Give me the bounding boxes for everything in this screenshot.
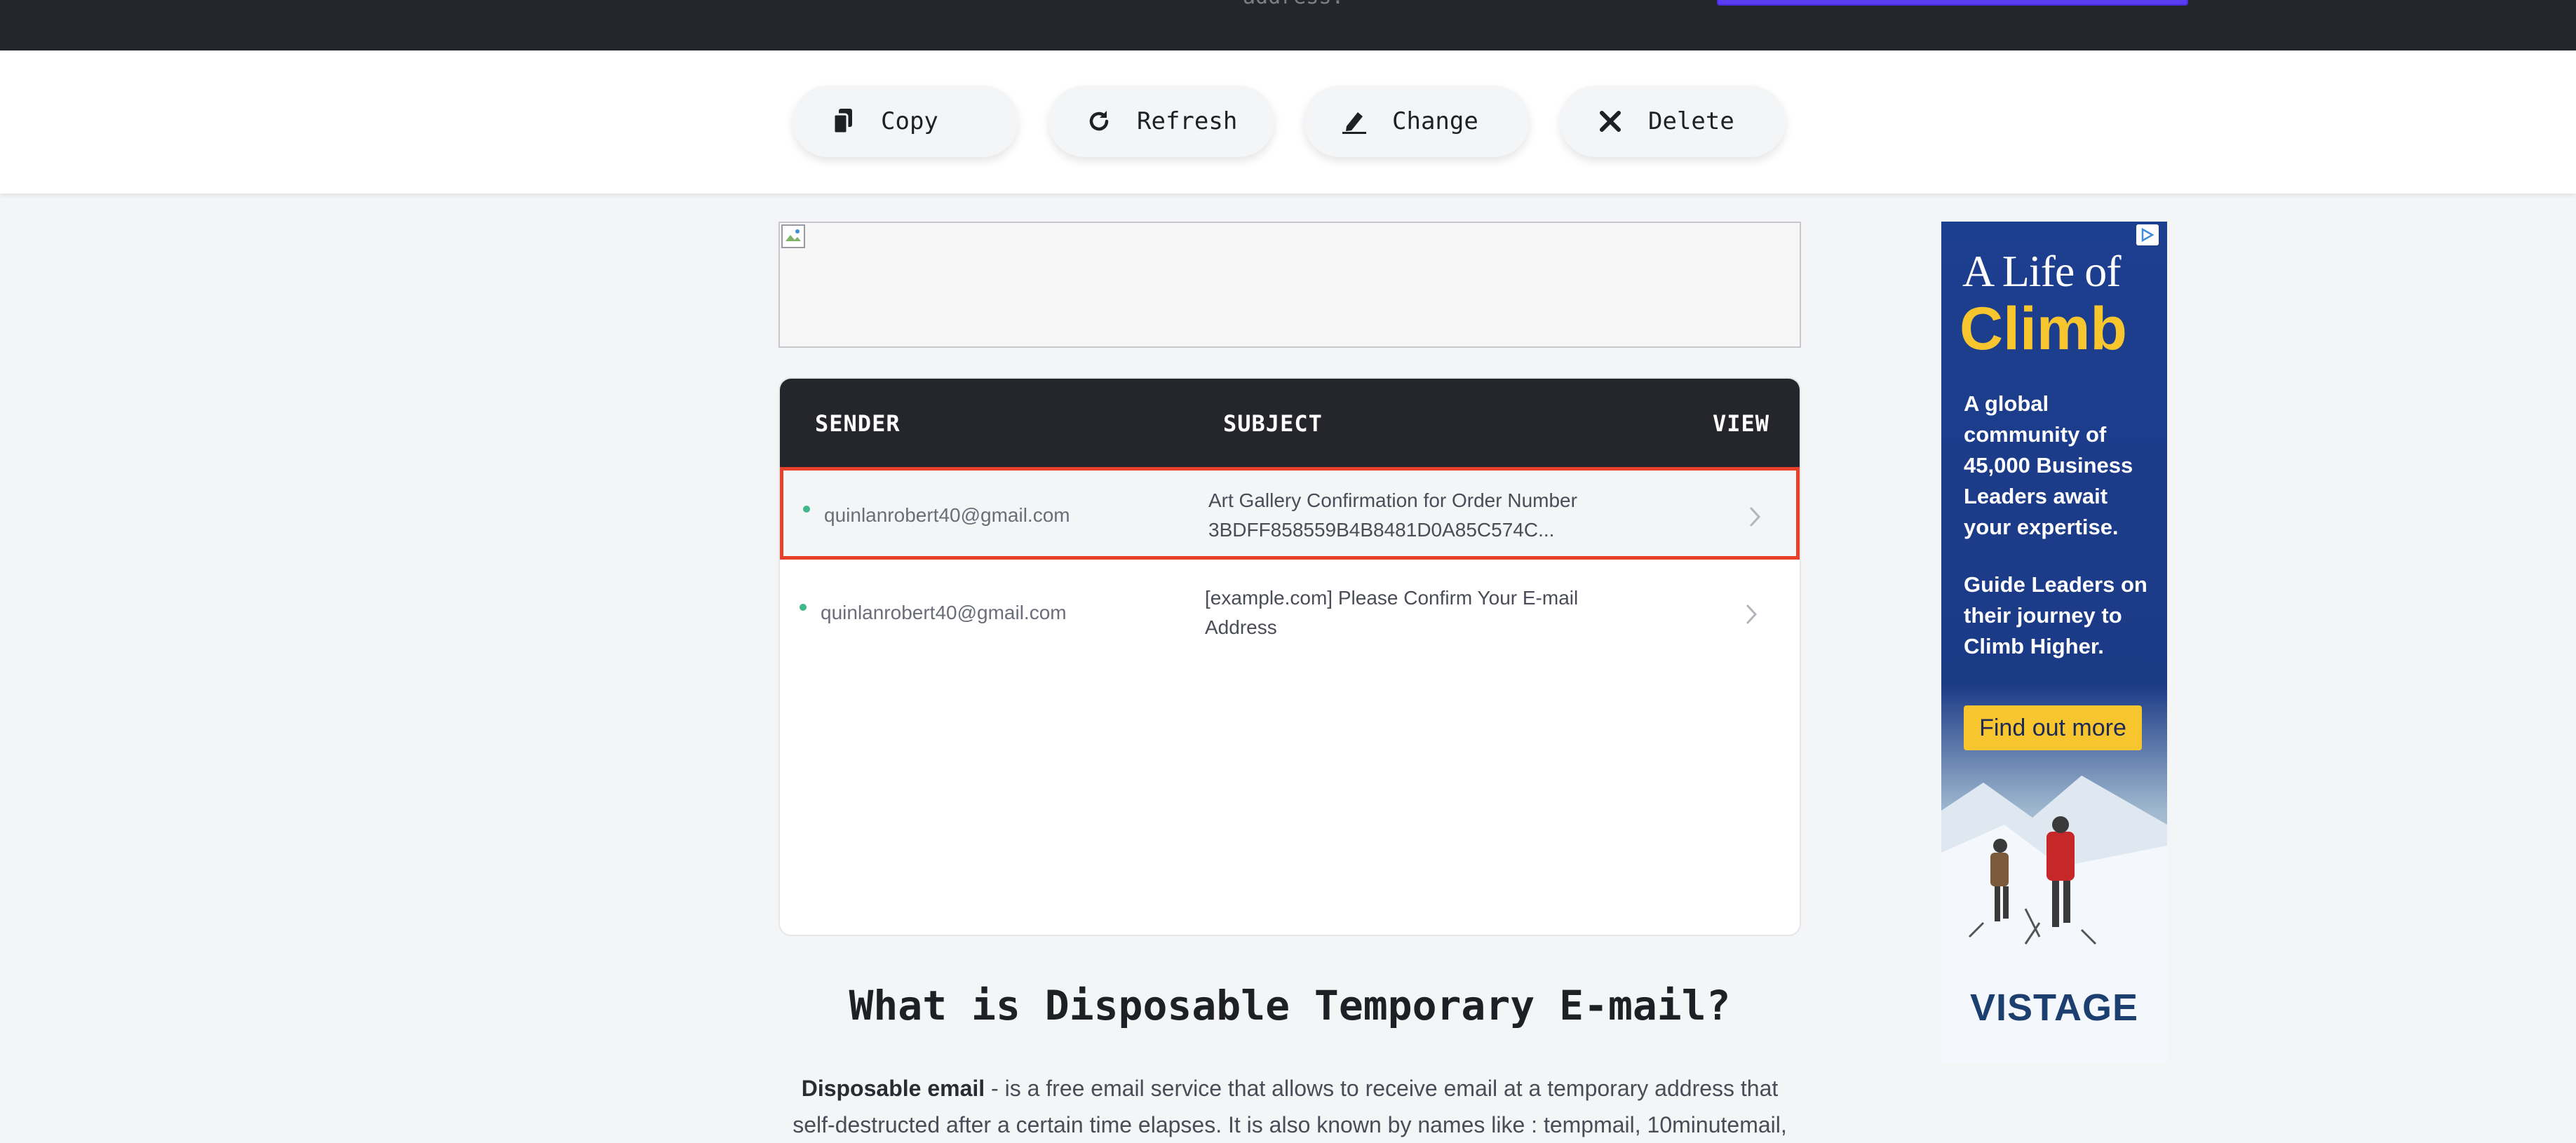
ad-brand-logo: VISTAGE — [1969, 987, 2139, 1029]
unread-dot — [800, 604, 807, 611]
mail-subject-line2: 3BDFF858559B4B8481D0A85C574C... — [1208, 519, 1555, 541]
ad-headline-1: A Life of — [1962, 246, 2122, 296]
intro-paragraph: Disposable email - is a free email servi… — [778, 1070, 1801, 1143]
close-icon — [1596, 107, 1624, 135]
change-label: Change — [1392, 107, 1478, 135]
delete-label: Delete — [1648, 107, 1734, 135]
banner-ad[interactable] — [778, 222, 1801, 348]
refresh-label: Refresh — [1137, 107, 1238, 135]
mail-subject-line1: [example.com] Please Confirm Your E-mail — [1205, 587, 1579, 609]
adchoices-icon[interactable] — [2136, 224, 2159, 245]
intro-bold: Disposable email — [801, 1076, 985, 1101]
unread-dot — [803, 506, 810, 513]
refresh-button[interactable]: Refresh — [1048, 86, 1274, 157]
column-header-subject: SUBJECT — [1223, 410, 1323, 437]
ad-body-1: A global community of 45,000 Business Le… — [1964, 391, 2133, 539]
side-ad[interactable]: A Life of Climb A global community of 45… — [1941, 222, 2167, 1063]
mail-row[interactable]: quinlanrobert40@gmail.com [example.com] … — [780, 565, 1800, 658]
ad-find-out-more-button[interactable]: Find out more — [1964, 705, 2142, 750]
inbox-table: SENDER SUBJECT VIEW quinlanrobert40@gmai… — [778, 377, 1801, 936]
action-bar: Copy Refresh Change Delete — [0, 50, 2576, 194]
mail-subject-line2: Address — [1205, 616, 1277, 638]
copy-button[interactable]: Copy — [793, 86, 1018, 157]
mail-sender: quinlanrobert40@gmail.com — [821, 602, 1067, 623]
copy-label: Copy — [881, 107, 938, 135]
section-title: What is Disposable Temporary E-mail? — [849, 982, 1731, 1029]
inbox-header: SENDER SUBJECT VIEW — [780, 379, 1800, 467]
mail-sender: quinlanrobert40@gmail.com — [824, 504, 1070, 526]
edit-icon — [1340, 107, 1368, 135]
ad-body-2: Guide Leaders on their journey to Climb … — [1964, 572, 2147, 658]
column-header-sender: SENDER — [815, 410, 901, 437]
mail-subject: [example.com] Please Confirm Your E-mail… — [1205, 583, 1626, 642]
top-header: address. — [0, 0, 2576, 50]
broken-image-icon — [781, 224, 805, 248]
refresh-icon — [1085, 107, 1113, 135]
change-button[interactable]: Change — [1304, 86, 1530, 157]
delete-button[interactable]: Delete — [1560, 86, 1786, 157]
ad-headline-2: Climb — [1960, 295, 2127, 363]
header-primary-button[interactable] — [1717, 0, 2188, 6]
header-partial-text: address. — [1243, 0, 1344, 9]
chevron-right-icon[interactable] — [1744, 600, 1760, 628]
mail-row[interactable]: quinlanrobert40@gmail.com Art Gallery Co… — [780, 467, 1800, 560]
chevron-right-icon[interactable] — [1747, 503, 1764, 531]
mail-subject-line1: Art Gallery Confirmation for Order Numbe… — [1208, 489, 1577, 511]
copy-icon — [829, 107, 857, 135]
column-header-view: VIEW — [1713, 410, 1770, 437]
mail-subject: Art Gallery Confirmation for Order Numbe… — [1208, 486, 1629, 545]
